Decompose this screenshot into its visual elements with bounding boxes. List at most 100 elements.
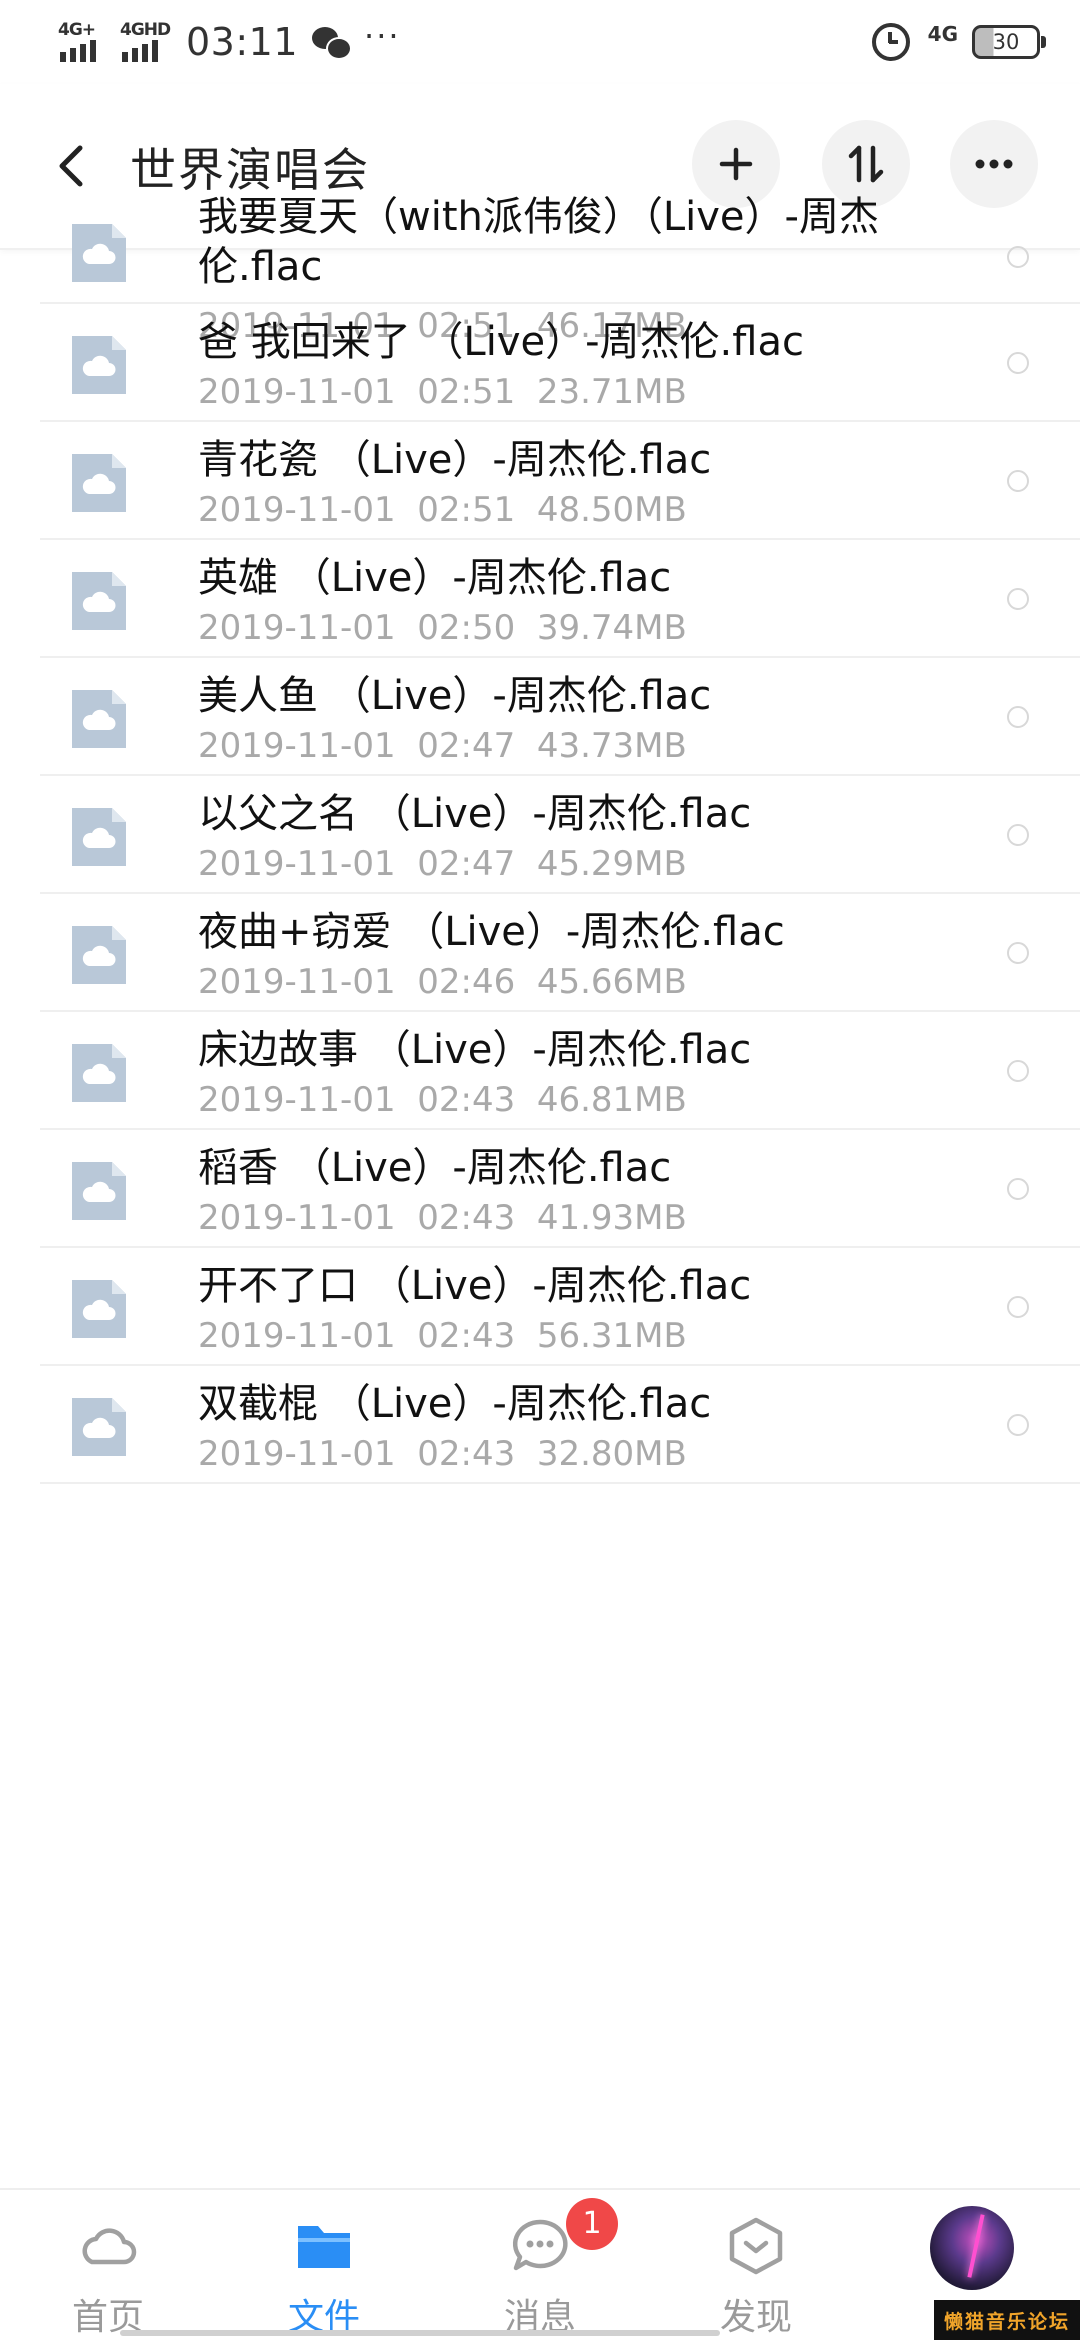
select-radio[interactable] [1007, 1414, 1029, 1436]
file-date: 2019-11-01 [198, 1080, 396, 1120]
file-size: 23.71MB [536, 372, 687, 412]
file-row[interactable]: 开不了口 （Live）-周杰伦.flac 2019-11-01 02:43 56… [0, 1248, 1080, 1366]
select-radio[interactable] [1007, 1178, 1029, 1200]
file-size: 45.66MB [536, 962, 687, 1002]
file-date: 2019-11-01 [198, 1316, 396, 1356]
battery-icon: 30 [972, 25, 1046, 59]
select-radio[interactable] [1007, 588, 1029, 610]
file-meta: 2019-11-01 02:43 32.80MB [198, 1434, 687, 1474]
cloud-file-icon [72, 690, 126, 748]
file-name: 爸 我回来了 （Live）-周杰伦.flac [198, 319, 804, 365]
file-meta: 2019-11-01 02:51 48.50MB [198, 490, 687, 530]
nav-files[interactable]: 文件 [216, 2190, 432, 2342]
file-name: 青花瓷 （Live）-周杰伦.flac [198, 437, 712, 483]
file-name: 床边故事 （Live）-周杰伦.flac [198, 1027, 752, 1073]
more-notifications-icon: ··· [364, 17, 401, 55]
signal-label: 4G+ [58, 20, 96, 40]
file-name: 稻香 （Live）-周杰伦.flac [198, 1145, 672, 1191]
file-time: 02:51 [417, 372, 516, 412]
file-meta: 2019-11-01 02:51 23.71MB [198, 372, 687, 412]
file-size: 56.31MB [536, 1316, 687, 1356]
select-radio[interactable] [1007, 1296, 1029, 1318]
file-date: 2019-11-01 [198, 962, 396, 1002]
file-row[interactable]: 床边故事 （Live）-周杰伦.flac 2019-11-01 02:43 46… [0, 1012, 1080, 1130]
nav-home[interactable]: 首页 [0, 2190, 216, 2342]
file-size: 32.80MB [536, 1434, 687, 1474]
file-row[interactable]: 爸 我回来了 （Live）-周杰伦.flac 2019-11-01 02:51 … [0, 304, 1080, 422]
file-row[interactable]: 双截棍 （Live）-周杰伦.flac 2019-11-01 02:43 32.… [0, 1366, 1080, 1484]
file-date: 2019-11-01 [198, 490, 396, 530]
file-row[interactable]: 稻香 （Live）-周杰伦.flac 2019-11-01 02:43 41.9… [0, 1130, 1080, 1248]
file-date: 2019-11-01 [198, 844, 396, 884]
file-row[interactable]: 夜曲+窃爱 （Live）-周杰伦.flac 2019-11-01 02:46 4… [0, 894, 1080, 1012]
select-radio[interactable] [1007, 706, 1029, 728]
select-radio[interactable] [1007, 470, 1029, 492]
file-name: 夜曲+窃爱 （Live）-周杰伦.flac [198, 909, 785, 955]
watermark: 懒猫音乐论坛 [934, 2300, 1080, 2340]
file-time: 02:43 [417, 1434, 516, 1474]
select-radio[interactable] [1007, 352, 1029, 374]
file-meta: 2019-11-01 02:43 46.81MB [198, 1080, 687, 1120]
bottom-nav: 首页 文件 消息 发现 [0, 2188, 1080, 2342]
file-size: 45.29MB [536, 844, 687, 884]
file-size: 48.50MB [536, 490, 687, 530]
clock: 03:11 [186, 20, 299, 64]
file-name: 我要夏天（with派伟俊）（Live）-周杰伦.flac [198, 194, 879, 290]
file-row[interactable]: 青花瓷 （Live）-周杰伦.flac 2019-11-01 02:51 48.… [0, 422, 1080, 540]
message-badge: 1 [566, 2198, 618, 2250]
file-name: 双截棍 （Live）-周杰伦.flac [198, 1381, 712, 1427]
status-bar: 4G+ 4GHD 03:11 ··· 4G 30 [0, 0, 1080, 84]
file-row[interactable]: 我要夏天（with派伟俊）（Live）-周杰伦.flac 2019-11-01 … [0, 130, 1080, 346]
file-time: 02:50 [417, 608, 516, 648]
file-meta: 2019-11-01 02:43 41.93MB [198, 1198, 687, 1238]
cloud-file-icon [72, 1280, 126, 1338]
file-name: 美人鱼 （Live）-周杰伦.flac [198, 673, 712, 719]
cloud-file-icon [72, 224, 126, 282]
file-size: 46.81MB [536, 1080, 687, 1120]
cloud-file-icon [72, 1398, 126, 1456]
divider [40, 1482, 1080, 1484]
network-type: 4G [927, 22, 958, 46]
file-name: 英雄 （Live）-周杰伦.flac [198, 555, 672, 601]
battery-level: 30 [992, 30, 1020, 54]
file-size: 41.93MB [536, 1198, 687, 1238]
file-time: 02:43 [417, 1316, 516, 1356]
file-time: 02:47 [417, 726, 516, 766]
wechat-icon [312, 25, 353, 60]
select-radio[interactable] [1007, 942, 1029, 964]
file-date: 2019-11-01 [198, 608, 396, 648]
file-meta: 2019-11-01 02:46 45.66MB [198, 962, 687, 1002]
file-name: 开不了口 （Live）-周杰伦.flac [198, 1263, 752, 1309]
nav-discover[interactable]: 发现 [648, 2190, 864, 2342]
file-time: 02:43 [417, 1080, 516, 1120]
file-row[interactable]: 美人鱼 （Live）-周杰伦.flac 2019-11-01 02:47 43.… [0, 658, 1080, 776]
discover-icon [724, 2216, 788, 2276]
cellular-signal-icon: 4GHD [120, 20, 171, 62]
cloud-file-icon [72, 572, 126, 630]
file-name: 以父之名 （Live）-周杰伦.flac [198, 791, 752, 837]
select-radio[interactable] [1007, 246, 1029, 268]
file-meta: 2019-11-01 02:47 45.29MB [198, 844, 687, 884]
cellular-signal-icon: 4G+ [58, 20, 106, 62]
avatar[interactable] [930, 2206, 1014, 2290]
file-time: 02:46 [417, 962, 516, 1002]
cloud-file-icon [72, 454, 126, 512]
cloud-file-icon [72, 808, 126, 866]
file-date: 2019-11-01 [198, 1198, 396, 1238]
select-radio[interactable] [1007, 824, 1029, 846]
file-row[interactable]: 以父之名 （Live）-周杰伦.flac 2019-11-01 02:47 45… [0, 776, 1080, 894]
file-date: 2019-11-01 [198, 1434, 396, 1474]
home-indicator[interactable] [120, 2330, 720, 2336]
signal-label: 4GHD [120, 20, 171, 40]
folder-icon [292, 2216, 356, 2276]
file-time: 02:51 [417, 490, 516, 530]
file-date: 2019-11-01 [198, 372, 396, 412]
chat-icon [508, 2216, 572, 2276]
select-radio[interactable] [1007, 1060, 1029, 1082]
alarm-icon [871, 23, 910, 61]
cloud-icon [76, 2216, 140, 2276]
file-meta: 2019-11-01 02:43 56.31MB [198, 1316, 687, 1356]
cloud-file-icon [72, 336, 126, 394]
cloud-file-icon [72, 1044, 126, 1102]
file-row[interactable]: 英雄 （Live）-周杰伦.flac 2019-11-01 02:50 39.7… [0, 540, 1080, 658]
